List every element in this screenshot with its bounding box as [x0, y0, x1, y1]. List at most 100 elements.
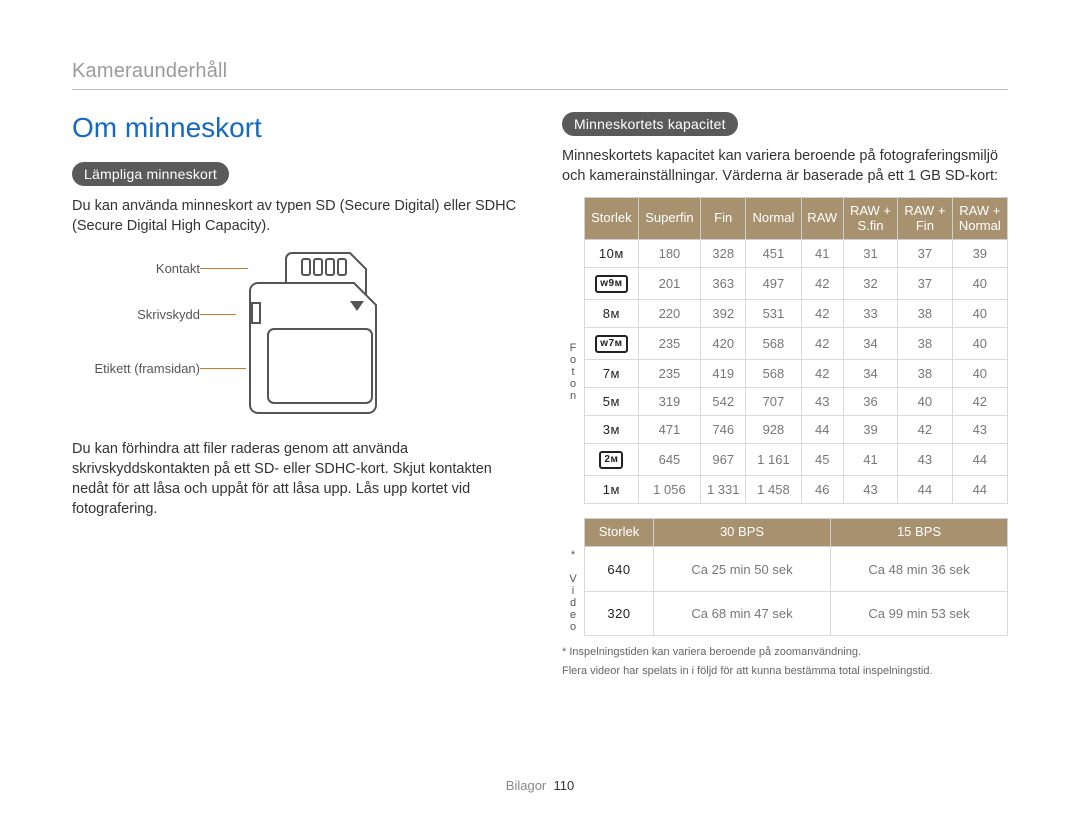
capacity-cell: 45 [801, 444, 843, 476]
photo-table-header: Fin [701, 197, 746, 240]
running-head: Kameraunderhåll [72, 60, 1008, 90]
capacity-cell: 420 [701, 328, 746, 360]
right-column: Minneskortets kapacitet Minneskortets ka… [562, 112, 1008, 679]
capacity-cell: 37 [898, 240, 952, 268]
size-cell: 1ᴍ [585, 476, 639, 504]
capacity-cell: 39 [843, 416, 897, 444]
photo-vertical-label: Foton [562, 240, 585, 504]
capacity-cell: 38 [898, 328, 952, 360]
manual-page: Kameraunderhåll Om minneskort Lämpliga m… [0, 0, 1080, 815]
table-row: Foton10ᴍ18032845141313739 [562, 240, 1008, 268]
photo-table-header: RAW +S.fin [843, 197, 897, 240]
compatible-cards-paragraph: Du kan använda minneskort av typen SD (S… [72, 196, 518, 237]
label-write-protect: Skrivskydd [137, 307, 200, 322]
size-cell: 5ᴍ [585, 388, 639, 416]
capacity-cell: 43 [898, 444, 952, 476]
size-cell: 640 [585, 547, 654, 591]
table-row: 8ᴍ22039253142333840 [562, 300, 1008, 328]
capacity-cell: 645 [638, 444, 700, 476]
capacity-cell: 967 [701, 444, 746, 476]
write-protect-paragraph: Du kan förhindra att filer raderas genom… [72, 439, 518, 520]
capacity-cell: 1 161 [746, 444, 801, 476]
capacity-cell: 531 [746, 300, 801, 328]
size-cell: 7ᴍ [585, 360, 639, 388]
table-row: ᴡ7ᴍ23542056842343840 [562, 328, 1008, 360]
footnote-multi-video: Flera videor har spelats in i följd för … [562, 663, 1008, 680]
capacity-cell: 42 [952, 388, 1007, 416]
size-cell: 8ᴍ [585, 300, 639, 328]
video-capacity-table: Storlek30 BPS15 BPS * Video640Ca 25 min … [562, 518, 1008, 636]
table-row: 7ᴍ23541956842343840 [562, 360, 1008, 388]
page-title: Om minneskort [72, 112, 518, 144]
capacity-cell: 34 [843, 360, 897, 388]
capacity-cell: 497 [746, 268, 801, 300]
capacity-cell: 319 [638, 388, 700, 416]
capacity-cell: 43 [801, 388, 843, 416]
size-cell: ᴡ9ᴍ [585, 268, 639, 300]
capacity-intro: Minneskortets kapacitet kan variera bero… [562, 146, 1008, 187]
capacity-cell: 44 [952, 476, 1007, 504]
capacity-cell: 542 [701, 388, 746, 416]
two-column-layout: Om minneskort Lämpliga minneskort Du kan… [72, 112, 1008, 679]
footer-page-number: 110 [553, 778, 574, 793]
capacity-cell: 220 [638, 300, 700, 328]
video-table-header: 30 BPS [654, 519, 831, 547]
capacity-cell: 32 [843, 268, 897, 300]
photo-table-header: RAW [801, 197, 843, 240]
sd-card-icon [232, 249, 412, 424]
video-table-header: Storlek [585, 519, 654, 547]
capacity-cell: 39 [952, 240, 1007, 268]
capacity-cell: 235 [638, 360, 700, 388]
capacity-cell: 42 [801, 268, 843, 300]
capacity-cell: 36 [843, 388, 897, 416]
capacity-cell: 1 056 [638, 476, 700, 504]
section-pill-compatible-cards: Lämpliga minneskort [72, 162, 229, 186]
photo-capacity-table: StorlekSuperfinFinNormalRAWRAW +S.finRAW… [562, 197, 1008, 505]
size-cell: 320 [585, 591, 654, 635]
table-row: * Video640Ca 25 min 50 sekCa 48 min 36 s… [562, 547, 1008, 591]
duration-cell: Ca 25 min 50 sek [654, 547, 831, 591]
capacity-cell: 42 [801, 360, 843, 388]
capacity-cell: 1 331 [701, 476, 746, 504]
photo-table-header: Storlek [585, 197, 639, 240]
left-column: Om minneskort Lämpliga minneskort Du kan… [72, 112, 518, 679]
capacity-cell: 42 [801, 328, 843, 360]
video-vertical-label: * Video [562, 547, 585, 636]
capacity-cell: 33 [843, 300, 897, 328]
capacity-cell: 235 [638, 328, 700, 360]
capacity-cell: 41 [843, 444, 897, 476]
capacity-cell: 40 [952, 268, 1007, 300]
capacity-cell: 44 [898, 476, 952, 504]
capacity-cell: 568 [746, 328, 801, 360]
capacity-cell: 419 [701, 360, 746, 388]
capacity-cell: 31 [843, 240, 897, 268]
capacity-cell: 707 [746, 388, 801, 416]
photo-table-header: Superfin [638, 197, 700, 240]
table-row: 5ᴍ31954270743364042 [562, 388, 1008, 416]
photo-table-header: Normal [746, 197, 801, 240]
capacity-cell: 42 [898, 416, 952, 444]
table-row: 2ᴍ6459671 16145414344 [562, 444, 1008, 476]
capacity-cell: 34 [843, 328, 897, 360]
capacity-cell: 746 [701, 416, 746, 444]
section-pill-card-capacity: Minneskortets kapacitet [562, 112, 738, 136]
duration-cell: Ca 68 min 47 sek [654, 591, 831, 635]
size-cell: 2ᴍ [585, 444, 639, 476]
capacity-cell: 568 [746, 360, 801, 388]
capacity-cell: 928 [746, 416, 801, 444]
sd-card-diagram: Kontakt Skrivskydd Etikett (framsidan) [72, 247, 518, 427]
capacity-cell: 38 [898, 300, 952, 328]
duration-cell: Ca 48 min 36 sek [831, 547, 1008, 591]
footnote-zoom: * Inspelningstiden kan variera beroende … [562, 644, 1008, 661]
table-row: 1ᴍ1 0561 3311 45846434444 [562, 476, 1008, 504]
table-row: 320Ca 68 min 47 sekCa 99 min 53 sek [562, 591, 1008, 635]
capacity-cell: 46 [801, 476, 843, 504]
capacity-cell: 363 [701, 268, 746, 300]
capacity-cell: 37 [898, 268, 952, 300]
size-cell: 10ᴍ [585, 240, 639, 268]
capacity-cell: 44 [952, 444, 1007, 476]
capacity-cell: 43 [952, 416, 1007, 444]
capacity-cell: 41 [801, 240, 843, 268]
capacity-cell: 40 [952, 360, 1007, 388]
capacity-cell: 471 [638, 416, 700, 444]
